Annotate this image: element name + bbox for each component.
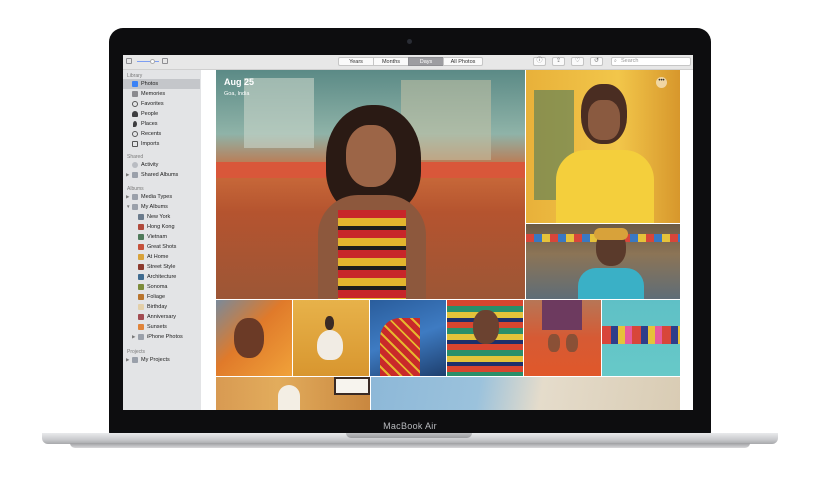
album-thumbnail-icon: [138, 224, 144, 230]
tab-months[interactable]: Months: [373, 57, 409, 66]
album-sunsets[interactable]: Sunsets: [123, 322, 200, 332]
sidebar-item-memories[interactable]: Memories: [123, 89, 200, 99]
rotate-icon: ↺: [593, 58, 600, 64]
laptop-base-shadow: [70, 443, 750, 448]
search-icon: ⌕: [614, 58, 617, 64]
album-anniversary[interactable]: Anniversary: [123, 312, 200, 322]
album-hong-kong[interactable]: Hong Kong: [123, 222, 200, 232]
info-icon: ⓘ: [536, 58, 543, 64]
folder-icon: [132, 357, 138, 363]
camera: [407, 39, 412, 44]
album-thumbnail-icon: [138, 314, 144, 320]
share-button[interactable]: ⇪: [552, 57, 565, 66]
sidebar-item-activity[interactable]: Activity: [123, 160, 200, 170]
album-thumbnail-icon: [138, 324, 144, 330]
sidebar-item-photos[interactable]: Photos: [123, 79, 200, 89]
album-street-style[interactable]: Street Style: [123, 262, 200, 272]
photo-striped-fabric[interactable]: [447, 300, 523, 376]
photo-dancer[interactable]: [293, 300, 369, 376]
moment-location[interactable]: Goa, India: [224, 91, 249, 97]
clock-icon: [132, 131, 138, 137]
photo-orange-scarf[interactable]: [216, 300, 292, 376]
more-options-button[interactable]: •••: [656, 77, 667, 88]
moment-date: Aug 25: [224, 77, 255, 87]
lid-notch: [346, 433, 472, 438]
pin-icon: [133, 121, 137, 127]
sidebar-item-places[interactable]: Places: [123, 119, 200, 129]
album-birthday[interactable]: Birthday: [123, 302, 200, 312]
large-photos-icon[interactable]: [162, 58, 168, 64]
photo-red-sari[interactable]: [370, 300, 446, 376]
album-iphone-photos[interactable]: ▶ iPhone Photos: [123, 332, 200, 342]
photo-red-powder-feet[interactable]: [524, 300, 601, 376]
album-new-york[interactable]: New York: [123, 212, 200, 222]
small-photos-icon[interactable]: [126, 58, 132, 64]
sidebar: Library Photos Memories Favorites People…: [123, 70, 202, 410]
cloud-icon: [132, 162, 138, 168]
heart-icon: [132, 101, 138, 107]
folder-icon: [138, 334, 144, 340]
photo-sky-wall[interactable]: [371, 377, 680, 410]
album-at-home[interactable]: At Home: [123, 252, 200, 262]
device-brand-label: MacBook Air: [383, 421, 437, 431]
album-vietnam[interactable]: Vietnam: [123, 232, 200, 242]
rotate-button[interactable]: ↺: [590, 57, 603, 66]
photo-hero-woman[interactable]: [216, 70, 525, 299]
album-architecture[interactable]: Architecture: [123, 272, 200, 282]
photos-icon: [132, 81, 138, 87]
tab-days[interactable]: Days: [408, 57, 444, 66]
photo-laundry-line[interactable]: [602, 300, 680, 376]
photo-woman-flags[interactable]: [526, 224, 680, 299]
album-thumbnail-icon: [138, 294, 144, 300]
folder-icon: [132, 194, 138, 200]
sidebar-item-my-projects[interactable]: ▶ My Projects: [123, 355, 200, 365]
sidebar-item-favorites[interactable]: Favorites: [123, 99, 200, 109]
album-thumbnail-icon: [138, 274, 144, 280]
person-icon: [132, 111, 138, 117]
album-thumbnail-icon: [138, 284, 144, 290]
folder-icon: [132, 204, 138, 210]
sidebar-item-recents[interactable]: Recents: [123, 129, 200, 139]
sidebar-item-people[interactable]: People: [123, 109, 200, 119]
photo-grid: [201, 70, 693, 410]
memories-icon: [132, 91, 138, 97]
album-thumbnail-icon: [138, 304, 144, 310]
sidebar-item-shared-albums[interactable]: ▶ Shared Albums: [123, 170, 200, 180]
tab-years[interactable]: Years: [338, 57, 374, 66]
photo-archway[interactable]: [216, 377, 370, 410]
heart-icon: ♡: [574, 58, 581, 64]
share-icon: ⇪: [555, 58, 562, 64]
album-thumbnail-icon: [138, 264, 144, 270]
album-thumbnail-icon: [138, 234, 144, 240]
zoom-slider-knob[interactable]: [150, 59, 155, 64]
info-button[interactable]: ⓘ: [533, 57, 546, 66]
screen: Years Months Days All Photos ⓘ ⇪ ♡ ↺ Sea…: [123, 55, 693, 410]
favorite-button[interactable]: ♡: [571, 57, 584, 66]
disclosure-triangle-icon[interactable]: ▶: [126, 192, 129, 202]
import-icon: [132, 141, 138, 147]
album-thumbnail-icon: [138, 244, 144, 250]
disclosure-triangle-icon[interactable]: ▶: [132, 332, 135, 342]
folder-icon: [132, 172, 138, 178]
disclosure-triangle-open-icon[interactable]: ▼: [126, 202, 130, 212]
album-great-shots[interactable]: Great Shots: [123, 242, 200, 252]
toolbar: Years Months Days All Photos ⓘ ⇪ ♡ ↺ Sea…: [123, 55, 693, 70]
sidebar-item-media-types[interactable]: ▶ Media Types: [123, 192, 200, 202]
album-thumbnail-icon: [138, 214, 144, 220]
tab-all-photos[interactable]: All Photos: [443, 57, 483, 66]
album-thumbnail-icon: [138, 254, 144, 260]
search-input[interactable]: Search: [611, 57, 691, 66]
disclosure-triangle-icon[interactable]: ▶: [126, 170, 129, 180]
disclosure-triangle-icon[interactable]: ▶: [126, 355, 129, 365]
photo-man-yellow[interactable]: [526, 70, 680, 223]
sidebar-item-imports[interactable]: Imports: [123, 139, 200, 149]
album-sonoma[interactable]: Sonoma: [123, 282, 200, 292]
album-foliage[interactable]: Foliage: [123, 292, 200, 302]
zoom-slider[interactable]: [137, 61, 159, 62]
sidebar-item-my-albums[interactable]: ▼ My Albums: [123, 202, 200, 212]
